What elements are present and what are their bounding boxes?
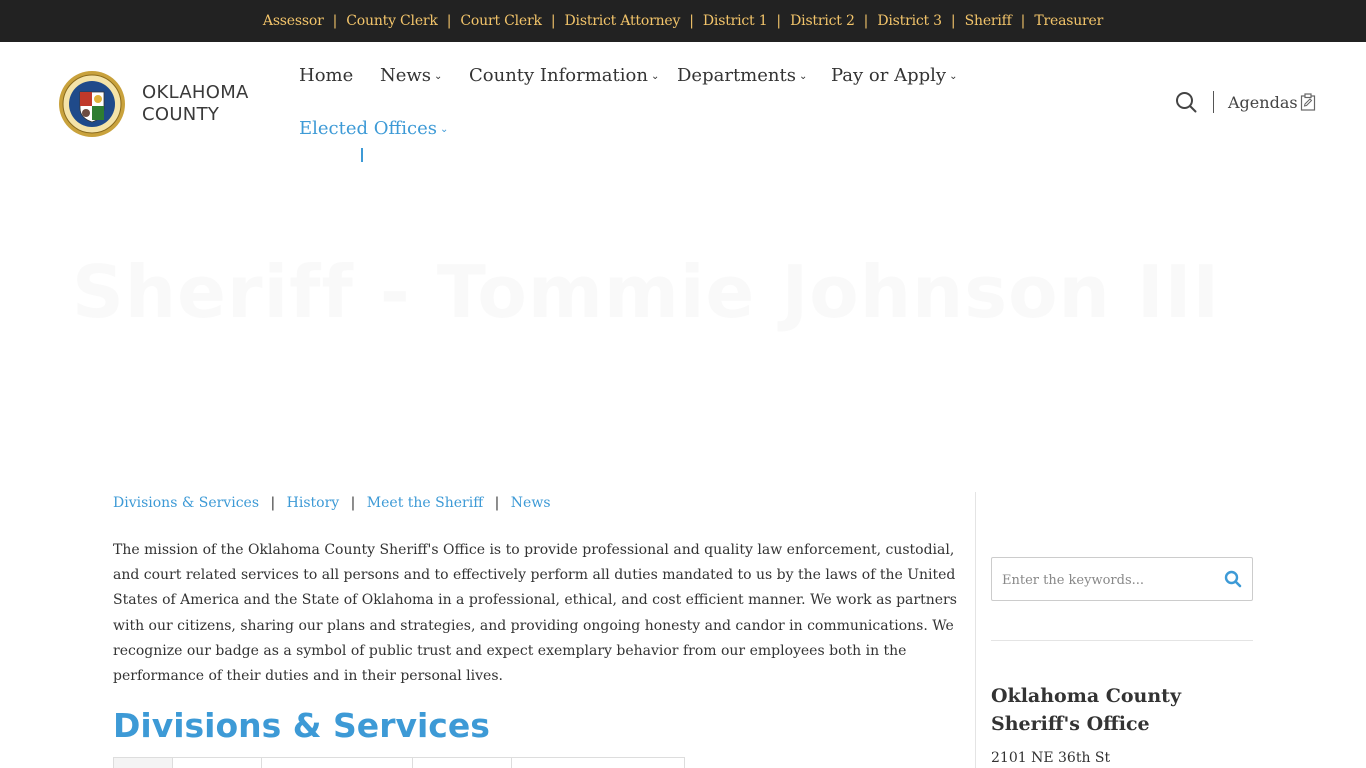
topbar-link-assessor[interactable]: Assessor: [263, 13, 324, 29]
sidebar-search-box: [991, 557, 1253, 601]
subnav-history[interactable]: History: [287, 495, 340, 511]
topbar-link-court-clerk[interactable]: Court Clerk: [460, 13, 542, 29]
nav-pay-or-apply-label: Pay or Apply: [831, 65, 947, 86]
logo-wordmark[interactable]: OKLAHOMA COUNTY: [142, 82, 249, 126]
nav-news-label: News: [380, 65, 432, 86]
subnav-separator: |: [270, 495, 276, 511]
agendas-link[interactable]: Agendas: [1228, 93, 1298, 112]
sidebar-search-input[interactable]: [1002, 569, 1212, 591]
nav-news[interactable]: News ⌄: [380, 65, 442, 86]
section-subnav: Divisions & Services | History | Meet th…: [113, 495, 551, 511]
sidebar-divider: [975, 492, 976, 768]
header-divider: [1213, 91, 1214, 113]
nav-departments[interactable]: Departments ⌄: [677, 65, 807, 86]
chevron-down-icon: ⌄: [650, 71, 660, 82]
sidebar-rule: [991, 640, 1253, 641]
county-seal-logo[interactable]: [58, 70, 126, 138]
chevron-down-icon: ⌄: [434, 71, 443, 82]
subnav-separator: |: [350, 495, 356, 511]
elected-offices-topbar: Assessor | County Clerk | Court Clerk | …: [0, 0, 1366, 42]
subnav-separator: |: [494, 495, 500, 511]
topbar-link-district-1[interactable]: District 1: [703, 13, 768, 29]
sidebar-address: 2101 NE 36th St: [991, 750, 1111, 766]
site-header: OKLAHOMA COUNTY Home News ⌄ County Inform…: [0, 42, 1366, 168]
topbar-separator: |: [689, 13, 694, 29]
topbar-separator: |: [863, 13, 869, 29]
divisions-tab-strip: [113, 757, 685, 768]
nav-elected-offices[interactable]: Elected Offices ⌄: [299, 118, 448, 139]
topbar-separator: |: [776, 13, 782, 29]
nav-county-information[interactable]: County Information ⌄: [469, 65, 659, 86]
topbar-separator: |: [1020, 13, 1026, 29]
nav-county-information-label: County Information: [469, 65, 648, 86]
search-icon[interactable]: [1175, 91, 1197, 113]
division-tab[interactable]: [511, 757, 685, 768]
subnav-news[interactable]: News: [511, 495, 551, 511]
topbar-link-sheriff[interactable]: Sheriff: [965, 13, 1012, 29]
chevron-down-icon: ⌄: [440, 124, 449, 135]
division-tab[interactable]: [113, 757, 172, 768]
topbar-link-district-attorney[interactable]: District Attorney: [565, 13, 681, 29]
topbar-separator: |: [950, 13, 956, 29]
topbar-separator: |: [446, 13, 452, 29]
nav-pay-or-apply[interactable]: Pay or Apply ⌄: [831, 65, 957, 86]
division-tab[interactable]: [412, 757, 511, 768]
search-icon[interactable]: [1224, 570, 1242, 588]
division-tab[interactable]: [261, 757, 412, 768]
divisions-services-heading: Divisions & Services: [113, 706, 490, 745]
subnav-meet-the-sheriff[interactable]: Meet the Sheriff: [367, 495, 483, 511]
sidebar-office-title: Oklahoma County Sheriff's Office: [991, 685, 1181, 735]
subnav-divisions-services[interactable]: Divisions & Services: [113, 495, 259, 511]
hero-title: Sheriff - Tommie Johnson III: [72, 250, 1221, 334]
topbar-link-district-3[interactable]: District 3: [877, 13, 942, 29]
topbar-link-county-clerk[interactable]: County Clerk: [346, 13, 438, 29]
division-tab[interactable]: [172, 757, 261, 768]
logo-line-county: COUNTY: [142, 104, 220, 125]
clipboard-icon[interactable]: [1300, 93, 1316, 111]
chevron-down-icon: ⌄: [798, 71, 808, 82]
topbar-link-district-2[interactable]: District 2: [790, 13, 855, 29]
nav-home[interactable]: Home: [299, 65, 353, 86]
nav-departments-label: Departments: [677, 65, 796, 86]
hero-banner: Sheriff - Tommie Johnson III: [0, 162, 1366, 492]
topbar-separator: |: [550, 13, 556, 29]
mission-statement: The mission of the Oklahoma County Sheri…: [113, 542, 957, 685]
chevron-down-icon: ⌄: [949, 71, 958, 82]
topbar-link-treasurer[interactable]: Treasurer: [1034, 13, 1103, 29]
topbar-separator: |: [332, 13, 338, 29]
logo-line-oklahoma: OKLAHOMA: [142, 82, 249, 103]
nav-home-label: Home: [299, 65, 354, 86]
nav-elected-offices-label: Elected Offices: [299, 118, 438, 139]
